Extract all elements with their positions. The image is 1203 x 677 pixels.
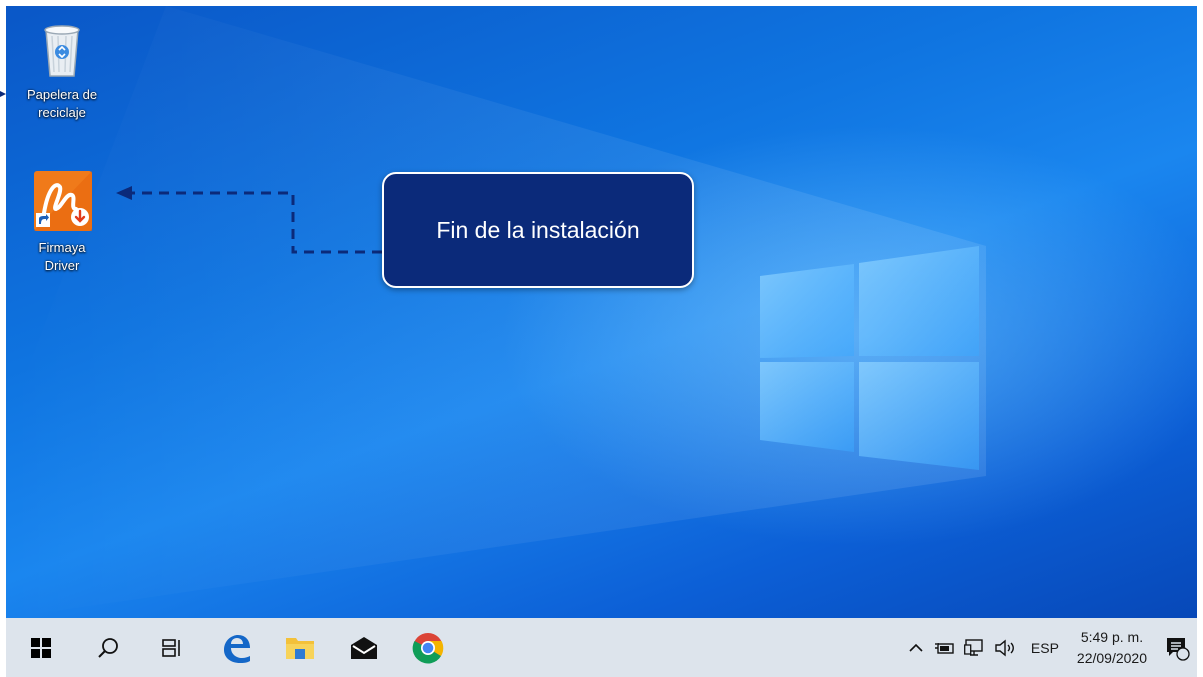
recycle-bin-icon [30,16,94,80]
clock-button[interactable]: 5:49 p. m. 22/09/2020 [1067,618,1157,677]
volume-tray-button[interactable] [989,618,1023,677]
firmaya-driver-label: Firmaya Driver [38,240,86,273]
taskbar: ESP 5:49 p. m. 22/09/2020 1 [6,618,1197,677]
clock-date: 22/09/2020 [1076,649,1147,666]
installation-complete-callout: Fin de la instalación [382,172,694,288]
search-button[interactable] [76,618,140,677]
chrome-button[interactable] [396,618,460,677]
power-tray-button[interactable] [931,618,959,677]
desktop-wallpaper[interactable] [6,6,1197,618]
task-view-icon [162,638,180,657]
folder-icon [286,637,314,659]
start-button[interactable] [6,618,76,677]
battery-plug-icon [934,642,954,654]
chrome-icon [412,632,444,664]
recycle-bin-desktop-icon[interactable]: Papelera de reciclaje [12,16,112,122]
windows-logo-icon [31,637,51,658]
file-explorer-button[interactable] [268,618,332,677]
mail-icon [351,636,377,659]
firmaya-icon [30,169,94,233]
system-tray: ESP 5:49 p. m. 22/09/2020 1 [901,618,1197,677]
input-language-button[interactable]: ESP [1023,618,1067,677]
callout-text: Fin de la instalación [436,216,640,243]
notification-count-badge: 1 [1180,640,1186,651]
edge-icon [224,634,250,663]
firmaya-driver-desktop-icon[interactable]: Firmaya Driver [12,169,112,275]
search-icon [98,637,118,658]
network-icon [963,638,983,656]
mail-button[interactable] [332,618,396,677]
task-view-button[interactable] [140,618,204,677]
edge-button[interactable] [204,618,268,677]
chevron-up-icon [909,643,923,652]
recycle-bin-label: Papelera de reciclaje [26,87,98,120]
show-hidden-icons-button[interactable] [901,618,931,677]
network-tray-button[interactable] [959,618,989,677]
desktop-screen: Papelera de reciclaje Firmaya Driver Fin… [6,6,1197,677]
speaker-icon [995,639,1014,656]
action-center-button[interactable]: 1 [1157,618,1197,677]
clock-time: 5:49 p. m. [1080,628,1144,645]
